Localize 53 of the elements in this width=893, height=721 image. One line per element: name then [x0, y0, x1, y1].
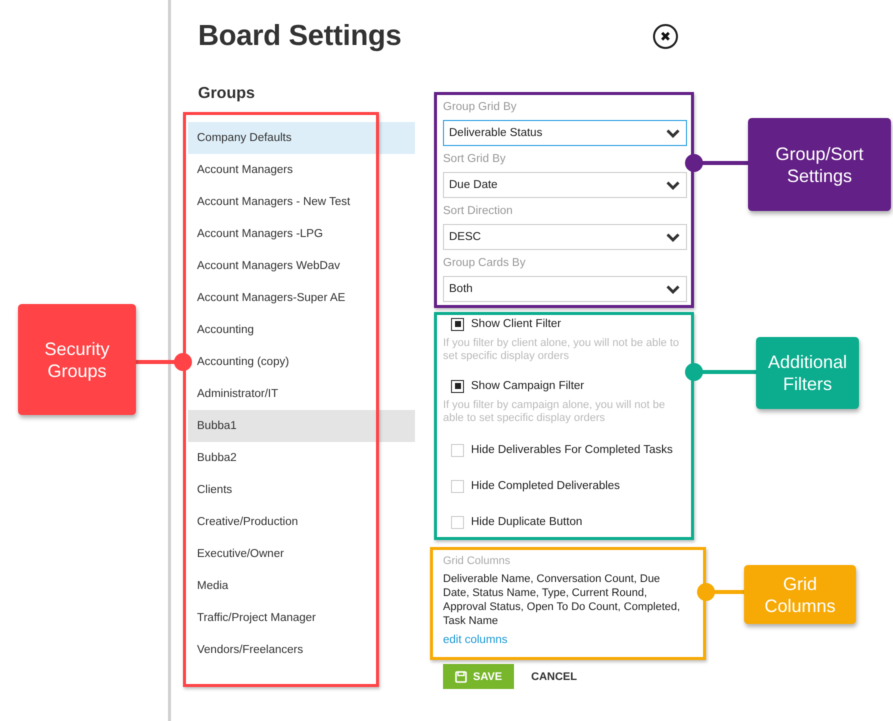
hint-text: If you filter by client alone, you will not be able to set specific display orders	[443, 337, 680, 363]
group-item[interactable]: Creative/Production	[188, 506, 415, 538]
leader-line	[685, 154, 748, 172]
checkbox-label: Hide Deliverables For Completed Tasks	[471, 444, 673, 456]
chevron-icon	[666, 128, 680, 138]
checkbox-label: Hide Completed Deliverables	[471, 480, 620, 492]
field-label: Grid Columns	[443, 555, 512, 567]
callout-label: Additional Filters	[756, 337, 859, 409]
callout-label: Security Groups	[18, 304, 136, 415]
group-item[interactable]: Clients	[188, 474, 415, 506]
hint-text: If you filter by campaign alone, you will not be able to set specific display orders	[443, 399, 666, 425]
group-item[interactable]: Bubba2	[188, 442, 415, 474]
checkbox-label: Show Client Filter	[471, 318, 562, 330]
group-item[interactable]: Company Defaults	[188, 122, 415, 154]
group-item[interactable]: Account Managers - New Test	[188, 186, 415, 218]
checkbox-label: Hide Duplicate Button	[471, 516, 582, 528]
dropdown[interactable]: DESC	[443, 224, 687, 250]
save-icon	[455, 670, 467, 682]
chevron-icon	[666, 232, 680, 242]
group-item[interactable]: Account Managers	[188, 154, 415, 186]
callout-label: Grid Columns	[744, 565, 856, 624]
checkbox[interactable]	[451, 380, 464, 392]
columns-list-text: Deliverable Name, Conversation Count, Due Date, Status Name, Type, Current Round, Approval Status, Open To Do Count, Completed, Task Name	[443, 572, 682, 628]
checkbox[interactable]	[451, 318, 464, 330]
cancel-button[interactable]: CANCEL	[531, 670, 577, 682]
field-label: Sort Grid By	[443, 152, 507, 167]
group-item[interactable]: Vendors/Freelancers	[188, 634, 415, 666]
leader-line	[697, 583, 744, 601]
checkbox-label: Show Campaign Filter	[471, 380, 584, 392]
group-item[interactable]: Executive/Owner	[188, 538, 415, 570]
group-item[interactable]: Media	[188, 570, 415, 602]
callout-label: Group/Sort Settings	[748, 118, 891, 211]
group-item[interactable]: Accounting (copy)	[188, 346, 415, 378]
chevron-icon	[666, 180, 680, 190]
chevron-icon	[666, 284, 680, 294]
section-heading: Groups	[198, 84, 256, 104]
field-label: Group Cards By	[443, 256, 526, 271]
dropdown[interactable]: Both	[443, 276, 687, 302]
field-label: Sort Direction	[443, 204, 514, 219]
leader-line	[136, 353, 192, 371]
group-item[interactable]: Accounting	[188, 314, 415, 346]
group-item[interactable]: Account Managers-Super AE	[188, 282, 415, 314]
leader-line	[685, 363, 756, 381]
field-label: Group Grid By	[443, 100, 518, 115]
group-item[interactable]: Traffic/Project Manager	[188, 602, 415, 634]
group-item[interactable]: Account Managers WebDav	[188, 250, 415, 282]
dropdown[interactable]: Deliverable Status	[443, 120, 687, 146]
close-button[interactable]: ✖	[653, 24, 678, 48]
dialog-title: Board Settings	[198, 20, 402, 52]
group-item[interactable]: Account Managers -LPG	[188, 218, 415, 250]
dropdown[interactable]: Due Date	[443, 172, 687, 198]
group-item[interactable]: Administrator/IT	[188, 378, 415, 410]
group-item[interactable]: Bubba1	[188, 410, 415, 442]
